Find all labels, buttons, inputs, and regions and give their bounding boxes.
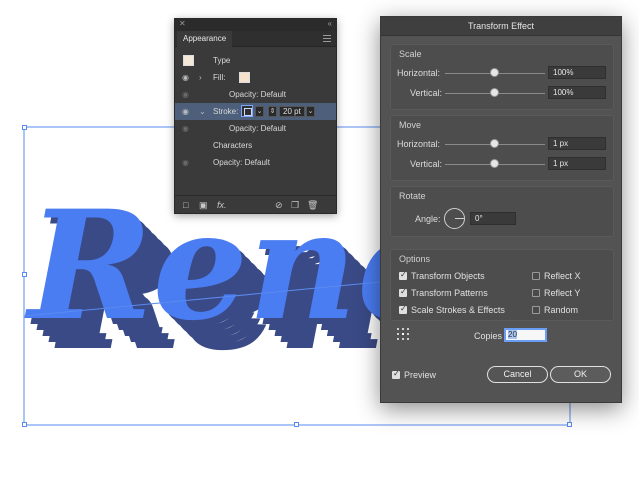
reflect-y-label: Reflect Y: [544, 288, 581, 298]
visibility-eye-icon[interactable]: ◉: [182, 103, 194, 120]
fill-swatch[interactable]: [239, 72, 250, 83]
move-horizontal-field[interactable]: 1 px: [548, 137, 606, 150]
tab-appearance[interactable]: Appearance: [177, 31, 233, 47]
visibility-eye-icon[interactable]: ◉: [182, 154, 194, 171]
rotate-group: Rotate Angle: 0°: [390, 186, 614, 237]
scale-horizontal-label: Horizontal:: [397, 68, 441, 78]
transform-patterns-checkbox[interactable]: [399, 287, 407, 297]
fill-opacity-label: Opacity: Default: [229, 90, 286, 99]
scale-strokes-label: Scale Strokes & Effects: [411, 305, 505, 315]
stroke-weight-stepper[interactable]: ⇕: [268, 106, 277, 117]
panel-menu-icon[interactable]: [323, 35, 331, 42]
appearance-row-type[interactable]: Type: [175, 52, 336, 69]
move-title: Move: [399, 120, 422, 130]
reflect-x-checkbox[interactable]: [532, 272, 540, 280]
visibility-eye-icon[interactable]: ◉: [182, 120, 194, 137]
options-title: Options: [399, 254, 431, 264]
dialog-title[interactable]: Transform Effect: [381, 17, 621, 36]
appearance-row-characters[interactable]: Characters: [175, 137, 336, 154]
random-checkbox[interactable]: [532, 306, 540, 314]
preview-checkbox[interactable]: [392, 369, 400, 379]
visibility-eye-icon[interactable]: ◉: [182, 86, 194, 103]
angle-dial[interactable]: [444, 208, 465, 229]
visibility-eye-icon[interactable]: ◉: [182, 69, 194, 86]
stroke-label: Stroke:: [213, 107, 239, 116]
move-vertical-knob[interactable]: [490, 159, 499, 168]
stroke-color-dropdown[interactable]: ⌄: [255, 106, 264, 117]
appearance-panel: ✕ « Appearance Type ◉ › Fill: ◉ Opacity:…: [174, 18, 337, 214]
move-vertical-label: Vertical:: [410, 159, 443, 169]
fx-icon[interactable]: fx.: [217, 200, 227, 210]
copies-value: 20: [508, 330, 517, 339]
scale-group: Scale Horizontal: 100% Vertical: 100%: [390, 44, 614, 110]
reference-point-icon[interactable]: [397, 328, 409, 340]
options-group: Options Transform Objects Reflect X Tran…: [390, 249, 614, 321]
scale-horizontal-field[interactable]: 100%: [548, 66, 606, 79]
move-horizontal-label: Horizontal:: [397, 139, 441, 149]
move-group: Move Horizontal: 1 px Vertical: 1 px: [390, 115, 614, 181]
appearance-row-stroke-opacity[interactable]: ◉ Opacity: Default: [175, 120, 336, 137]
copies-label: Copies: [474, 331, 503, 341]
move-horizontal-knob[interactable]: [490, 139, 499, 148]
type-label: Type: [213, 56, 231, 65]
characters-opacity-label: Opacity: Default: [213, 158, 270, 167]
scale-horizontal-knob[interactable]: [490, 68, 499, 77]
panel-tab-row: Appearance: [175, 31, 336, 47]
scale-vertical-field[interactable]: 100%: [548, 86, 606, 99]
stroke-opacity-label: Opacity: Default: [229, 124, 286, 133]
scale-title: Scale: [399, 49, 422, 59]
clear-appearance-icon[interactable]: ⊘: [275, 200, 283, 210]
fill-label: Fill:: [213, 73, 226, 82]
random-label: Random: [544, 305, 579, 315]
add-fill-icon[interactable]: ▣: [199, 200, 208, 210]
chevron-right-icon[interactable]: ›: [199, 69, 202, 86]
reflect-x-label: Reflect X: [544, 271, 581, 281]
characters-label: Characters: [213, 141, 253, 150]
transform-patterns-label: Transform Patterns: [411, 288, 488, 298]
bbox-handle-tl[interactable]: [22, 125, 27, 130]
preview-label: Preview: [404, 370, 437, 380]
copies-field[interactable]: 20: [504, 328, 547, 342]
type-thumbnail: [183, 55, 194, 66]
panel-titlebar[interactable]: ✕ «: [175, 19, 336, 31]
stroke-swatch[interactable]: [241, 105, 253, 117]
angle-field[interactable]: 0°: [470, 212, 516, 225]
transform-objects-label: Transform Objects: [411, 271, 485, 281]
transform-effect-dialog: Transform Effect Scale Horizontal: 100% …: [380, 16, 622, 403]
duplicate-item-icon[interactable]: ❐: [291, 200, 299, 210]
stroke-weight-dropdown[interactable]: ⌄: [306, 106, 315, 117]
ok-button[interactable]: OK: [550, 366, 611, 383]
close-icon[interactable]: ✕: [179, 19, 186, 28]
scale-vertical-knob[interactable]: [490, 88, 499, 97]
appearance-row-stroke[interactable]: ◉ ⌄ Stroke: ⌄ ⇕ 20 pt ⌄: [175, 103, 336, 120]
transform-objects-checkbox[interactable]: [399, 270, 407, 280]
rotate-title: Rotate: [399, 191, 426, 201]
scale-vertical-label: Vertical:: [410, 88, 443, 98]
reflect-y-checkbox[interactable]: [532, 289, 540, 297]
bbox-handle-bm[interactable]: [294, 422, 299, 427]
angle-label: Angle:: [415, 214, 441, 224]
stroke-weight-field[interactable]: 20 pt: [279, 106, 305, 117]
collapse-icon[interactable]: «: [328, 19, 332, 28]
move-vertical-field[interactable]: 1 px: [548, 157, 606, 170]
appearance-row-opacity[interactable]: ◉ Opacity: Default: [175, 154, 336, 171]
appearance-row-fill[interactable]: ◉ › Fill:: [175, 69, 336, 86]
chevron-down-icon[interactable]: ⌄: [199, 103, 206, 120]
bbox-handle-br[interactable]: [567, 422, 572, 427]
panel-footer: □ ▣ fx. ⊘ ❐ 🗑: [175, 195, 336, 213]
appearance-row-fill-opacity[interactable]: ◉ Opacity: Default: [175, 86, 336, 103]
bbox-handle-bl[interactable]: [22, 422, 27, 427]
scale-strokes-checkbox[interactable]: [399, 304, 407, 314]
trash-icon[interactable]: 🗑: [307, 200, 318, 210]
add-stroke-icon[interactable]: □: [183, 200, 188, 210]
bbox-handle-ml[interactable]: [22, 272, 27, 277]
cancel-button[interactable]: Cancel: [487, 366, 548, 383]
